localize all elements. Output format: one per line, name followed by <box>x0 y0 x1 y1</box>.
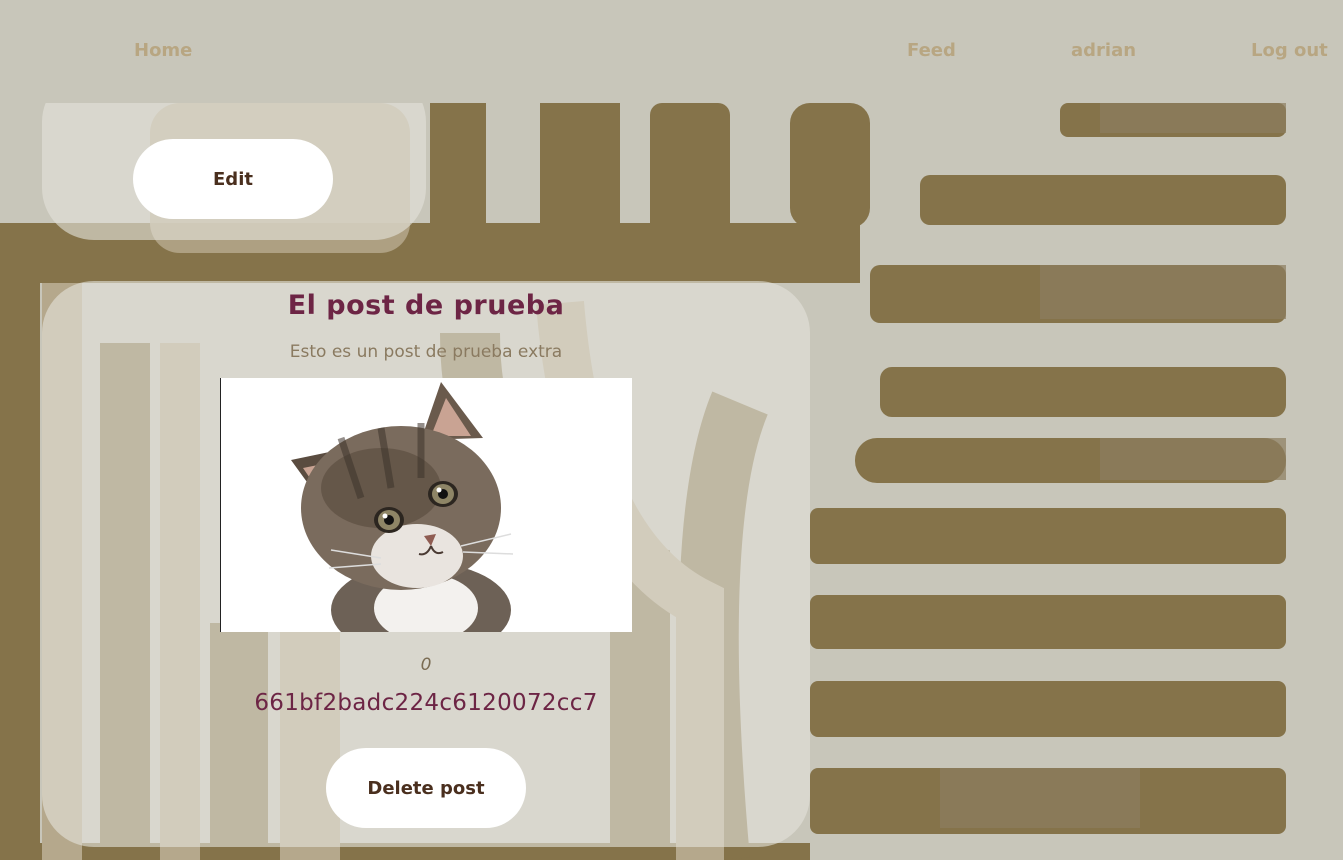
kitten-photo <box>221 378 632 632</box>
post-title: El post de prueba <box>287 290 565 321</box>
nav-home-link[interactable]: Home <box>134 40 192 61</box>
nav-logout-link[interactable]: Log out <box>1251 40 1328 61</box>
nav-profile-link[interactable]: adrian <box>1071 40 1136 61</box>
post-id: 661bf2badc224c6120072cc7 <box>254 690 598 716</box>
post-image <box>220 378 632 632</box>
top-navbar: Home Feed adrian Log out <box>0 0 1343 103</box>
post-likes-count: 0 <box>420 655 432 675</box>
nav-feed-link[interactable]: Feed <box>907 40 956 61</box>
post-description: Esto es un post de prueba extra <box>289 342 563 362</box>
delete-post-button[interactable]: Delete post <box>326 748 526 828</box>
edit-button[interactable]: Edit <box>133 139 333 219</box>
